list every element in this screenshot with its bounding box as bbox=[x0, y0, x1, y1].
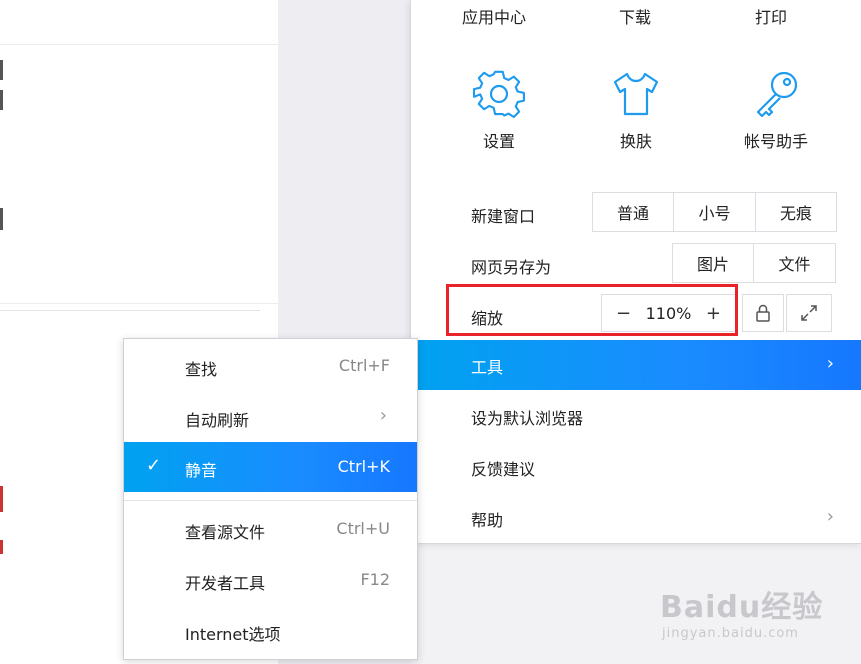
shirt-icon bbox=[613, 72, 659, 116]
find-label: 查找 bbox=[185, 360, 218, 379]
internet-options-label: Internet选项 bbox=[185, 625, 281, 644]
zoom-lock-button[interactable] bbox=[742, 294, 784, 332]
menu-item-help[interactable]: 帮助 › bbox=[411, 493, 861, 543]
tools-submenu: 查找 Ctrl+F 自动刷新 › ✓ 静音 Ctrl+K 查看源文件 Ctrl+… bbox=[123, 338, 418, 660]
zoom-label: 缩放 bbox=[471, 309, 504, 328]
menu-item-set-default-browser[interactable]: 设为默认浏览器 bbox=[411, 391, 861, 441]
dev-tools-shortcut: F12 bbox=[360, 570, 390, 589]
auto-refresh-label: 自动刷新 bbox=[185, 411, 250, 430]
save-as-file-button[interactable]: 文件 bbox=[754, 244, 835, 282]
submenu-item-internet-options[interactable]: Internet选项 bbox=[124, 606, 417, 656]
save-page-label: 网页另存为 bbox=[471, 258, 552, 277]
lock-icon bbox=[756, 304, 770, 322]
submenu-item-view-source[interactable]: 查看源文件 Ctrl+U bbox=[124, 504, 417, 554]
page-divider bbox=[0, 310, 260, 311]
browser-main-menu: 应用中心 下载 打印 设置 换肤 帐号助手 新建窗口 普通 小号 无痕 网页另存… bbox=[410, 0, 861, 544]
check-icon: ✓ bbox=[146, 455, 162, 476]
settings-label: 设置 bbox=[482, 132, 515, 151]
zoom-value: 110% bbox=[645, 303, 692, 323]
watermark-url: jingyan.baidu.com bbox=[662, 626, 799, 641]
new-window-options: 普通 小号 无痕 bbox=[592, 192, 837, 232]
submenu-item-dev-tools[interactable]: 开发者工具 F12 bbox=[124, 555, 417, 605]
account-helper-label: 帐号助手 bbox=[743, 132, 808, 151]
mute-shortcut: Ctrl+K bbox=[337, 457, 390, 476]
chevron-right-icon: › bbox=[379, 405, 387, 426]
tools-label: 工具 bbox=[471, 358, 504, 377]
zoom-in-button[interactable]: + bbox=[706, 303, 721, 324]
help-label: 帮助 bbox=[471, 511, 504, 530]
new-window-private-button[interactable]: 无痕 bbox=[756, 193, 836, 231]
menu-item-feedback[interactable]: 反馈建议 bbox=[411, 442, 861, 492]
chevron-right-icon: › bbox=[826, 353, 834, 374]
settings-button[interactable]: 设置 bbox=[444, 68, 554, 152]
chevron-right-icon: › bbox=[826, 506, 834, 527]
find-shortcut: Ctrl+F bbox=[338, 356, 390, 375]
zoom-row: 缩放 − 110% + bbox=[411, 294, 861, 334]
menu-item-tools[interactable]: 工具 › bbox=[411, 340, 861, 390]
save-page-row: 网页另存为 图片 文件 bbox=[411, 243, 861, 283]
print-button[interactable]: 打印 bbox=[755, 4, 787, 28]
mute-label: 静音 bbox=[185, 461, 218, 480]
key-icon bbox=[756, 71, 798, 118]
expand-icon bbox=[801, 305, 817, 321]
gear-icon bbox=[473, 70, 525, 119]
account-helper-button[interactable]: 帐号助手 bbox=[721, 68, 831, 152]
submenu-item-find[interactable]: 查找 Ctrl+F bbox=[124, 341, 417, 391]
set-default-label: 设为默认浏览器 bbox=[471, 409, 584, 428]
skin-label: 换肤 bbox=[619, 132, 652, 151]
submenu-item-auto-refresh[interactable]: 自动刷新 › bbox=[124, 392, 417, 442]
save-page-options: 图片 文件 bbox=[672, 243, 836, 283]
zoom-control: − 110% + bbox=[601, 294, 736, 332]
top-shortcut-row: 应用中心 下载 打印 bbox=[411, 0, 861, 32]
view-source-shortcut: Ctrl+U bbox=[336, 519, 390, 538]
new-window-small-button[interactable]: 小号 bbox=[674, 193, 756, 231]
watermark-brand: Baidu经验 bbox=[660, 590, 824, 625]
dev-tools-label: 开发者工具 bbox=[185, 574, 266, 593]
zoom-out-button[interactable]: − bbox=[616, 303, 631, 324]
baidu-watermark: Baidu经验 jingyan.baidu.com bbox=[660, 568, 860, 658]
fullscreen-button[interactable] bbox=[786, 294, 832, 332]
save-as-image-button[interactable]: 图片 bbox=[673, 244, 754, 282]
feedback-label: 反馈建议 bbox=[471, 460, 536, 479]
new-window-row: 新建窗口 普通 小号 无痕 bbox=[411, 192, 861, 232]
view-source-label: 查看源文件 bbox=[185, 523, 266, 542]
submenu-item-mute[interactable]: ✓ 静音 Ctrl+K bbox=[124, 442, 417, 492]
skin-button[interactable]: 换肤 bbox=[581, 68, 691, 152]
icon-shortcut-row: 设置 换肤 帐号助手 bbox=[411, 68, 861, 158]
download-button[interactable]: 下载 bbox=[619, 4, 651, 28]
new-window-label: 新建窗口 bbox=[471, 207, 536, 226]
submenu-divider bbox=[124, 500, 417, 501]
app-center-button[interactable]: 应用中心 bbox=[462, 4, 526, 28]
new-window-normal-button[interactable]: 普通 bbox=[593, 193, 674, 231]
